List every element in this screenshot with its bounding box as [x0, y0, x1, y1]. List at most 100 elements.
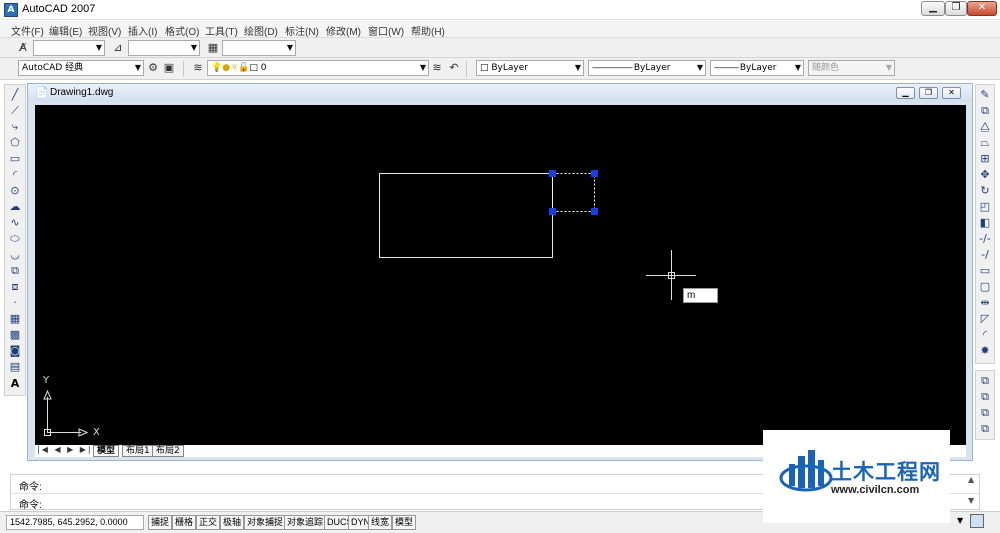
text-style-icon[interactable]: A̸ — [16, 41, 30, 55]
ucs-y-label: Y — [43, 375, 50, 386]
menu-help[interactable]: 帮助(H) — [411, 23, 445, 38]
hatch-icon[interactable]: ▦ — [8, 312, 22, 326]
chamfer-icon[interactable]: ◸ — [978, 312, 992, 326]
workspace-settings-icon[interactable]: ⚙ — [146, 61, 160, 75]
table-style-icon[interactable]: ▦ — [206, 41, 220, 55]
explode-icon[interactable]: ✸ — [978, 344, 992, 358]
minimize-button[interactable]: ▁ — [921, 1, 945, 16]
otrack-button[interactable]: 对象追踪 — [284, 515, 327, 530]
table-icon[interactable]: ▤ — [8, 360, 22, 374]
construction-line-icon[interactable]: ⟋ — [8, 104, 22, 118]
menu-draw[interactable]: 绘图(D) — [244, 23, 278, 38]
polar-button[interactable]: 极轴 — [220, 515, 245, 530]
lineweight-button[interactable]: 线宽 — [368, 515, 393, 530]
ortho-button[interactable]: 正交 — [196, 515, 221, 530]
spline-icon[interactable]: ∿ — [8, 216, 22, 230]
tab-model[interactable]: 模型 — [93, 445, 120, 457]
layer-combo[interactable]: 💡●☼🔓□ 0 ▼ — [207, 60, 429, 76]
close-button[interactable]: ✕ — [967, 1, 997, 16]
scroll-up-icon[interactable]: ▲ — [968, 475, 974, 484]
menu-modify[interactable]: 修改(M) — [326, 23, 361, 38]
region-icon[interactable]: ◙ — [8, 344, 22, 358]
watermark-name: 土木工程网 — [831, 460, 941, 484]
rectangle-icon[interactable]: ▭ — [8, 152, 22, 166]
copy-icon[interactable]: ⧉ — [978, 104, 992, 118]
drawing-close-button[interactable]: ✕ — [942, 87, 961, 99]
trim-icon[interactable]: -/- — [978, 232, 992, 246]
maximize-button[interactable]: ❐ — [945, 1, 967, 16]
coordinate-display[interactable]: 1542.7985, 645.2952, 0.0000 — [6, 515, 144, 530]
tab-layout1[interactable]: 布局1 — [122, 445, 154, 457]
dynamic-input-tooltip[interactable]: m — [683, 288, 718, 303]
polygon-icon[interactable]: ⬠ — [8, 136, 22, 150]
dim-style-combo[interactable]: ▼ — [128, 40, 200, 56]
arc-icon[interactable]: ◜ — [8, 168, 22, 182]
osnap-button[interactable]: 对象捕捉 — [244, 515, 287, 530]
draworder-toolbar: ⧉ ⧉ ⧉ ⧉ — [975, 370, 995, 440]
menu-view[interactable]: 视图(V) — [88, 23, 121, 38]
draw-toolbar: ╱ ⟋ ⤷ ⬠ ▭ ◜ ⊙ ☁ ∿ ⬭ ◡ ⧉ ⧈ · ▦ ▩ ◙ ▤ A — [4, 84, 26, 396]
send-to-back-icon[interactable]: ⧉ — [978, 390, 992, 404]
menu-file[interactable]: 文件(F) — [11, 23, 44, 38]
drawing-minimize-button[interactable]: ▁ — [896, 87, 915, 99]
dim-style-icon[interactable]: ⊿ — [111, 41, 125, 55]
plotstyle-combo[interactable]: 随颜色 ▼ — [808, 60, 895, 76]
break-at-point-icon[interactable]: ▢ — [978, 280, 992, 294]
insert-block-icon[interactable]: ⧉ — [8, 264, 22, 278]
multiline-text-icon[interactable]: A — [8, 377, 22, 391]
menu-dimension[interactable]: 标注(N) — [285, 23, 319, 38]
menu-insert[interactable]: 插入(I) — [128, 23, 157, 38]
workspace-gear-icon[interactable]: ▣ — [162, 61, 176, 75]
menu-format[interactable]: 格式(O) — [165, 23, 199, 38]
tab-layout2[interactable]: 布局2 — [152, 445, 184, 457]
polyline-icon[interactable]: ⤷ — [8, 120, 22, 134]
text-style-combo[interactable]: ▼ — [33, 40, 105, 56]
ellipse-arc-icon[interactable]: ◡ — [8, 248, 22, 262]
rotate-icon[interactable]: ↻ — [978, 184, 992, 198]
point-icon[interactable]: · — [8, 296, 22, 310]
menu-tools[interactable]: 工具(T) — [205, 23, 238, 38]
stretch-icon[interactable]: ◧ — [978, 216, 992, 230]
clean-screen-icon[interactable] — [970, 514, 984, 528]
color-combo[interactable]: □ ByLayer ▼ — [476, 60, 584, 76]
send-under-icon[interactable]: ⧉ — [978, 422, 992, 436]
table-style-combo[interactable]: ▼ — [222, 40, 296, 56]
array-icon[interactable]: ⊞ — [978, 152, 992, 166]
layer-previous-icon[interactable]: ↶ — [447, 61, 461, 75]
break-icon[interactable]: ▭ — [978, 264, 992, 278]
scroll-down-icon[interactable]: ▼ — [968, 496, 974, 505]
grid-button[interactable]: 栅格 — [172, 515, 197, 530]
move-icon[interactable]: ✥ — [978, 168, 992, 182]
revision-cloud-icon[interactable]: ☁ — [8, 200, 22, 214]
color-square-icon: □ — [249, 63, 258, 73]
lineweight-combo[interactable]: ——— ByLayer ▼ — [710, 60, 804, 76]
mirror-icon[interactable]: ⧋ — [978, 120, 992, 134]
gradient-icon[interactable]: ▩ — [8, 328, 22, 342]
workspace-combo[interactable]: AutoCAD 经典 ▼ — [18, 60, 144, 76]
offset-icon[interactable]: ⏢ — [978, 136, 992, 150]
menu-edit[interactable]: 编辑(E) — [49, 23, 82, 38]
make-block-icon[interactable]: ⧈ — [8, 280, 22, 294]
erase-icon[interactable]: ✎ — [978, 88, 992, 102]
model-button[interactable]: 模型 — [392, 515, 417, 530]
status-menu-arrow-icon[interactable]: ▼ — [957, 516, 963, 525]
extend-icon[interactable]: -/ — [978, 248, 992, 262]
command-prompt[interactable]: 命令: — [19, 496, 42, 511]
drawing-restore-button[interactable]: ❐ — [919, 87, 938, 99]
scale-icon[interactable]: ◰ — [978, 200, 992, 214]
line-icon[interactable]: ╱ — [8, 88, 22, 102]
menu-window[interactable]: 窗口(W) — [368, 23, 404, 38]
bring-above-icon[interactable]: ⧉ — [978, 406, 992, 420]
join-icon[interactable]: ⇹ — [978, 296, 992, 310]
snap-button[interactable]: 捕捉 — [148, 515, 173, 530]
tab-navigation-arrows[interactable]: |◀ ◀ ▶ ▶| — [37, 445, 93, 454]
circle-icon[interactable]: ⊙ — [8, 184, 22, 198]
layer-manager-icon[interactable]: ≋ — [191, 61, 205, 75]
ucs-icon — [43, 389, 89, 437]
bring-to-front-icon[interactable]: ⧉ — [978, 374, 992, 388]
drawing-canvas[interactable]: m Y X — [35, 105, 966, 445]
make-current-layer-icon[interactable]: ≋ — [430, 61, 444, 75]
linetype-combo[interactable]: ————— ByLayer ▼ — [588, 60, 706, 76]
ellipse-icon[interactable]: ⬭ — [8, 232, 22, 246]
fillet-icon[interactable]: ◜ — [978, 328, 992, 342]
